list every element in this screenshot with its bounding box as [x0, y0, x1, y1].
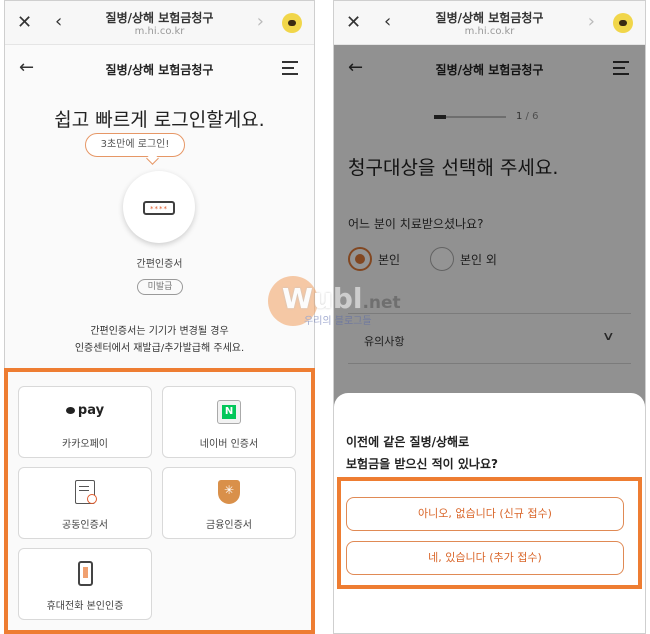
password-dots: ****: [150, 205, 168, 213]
sheet-question-line: 보험금을 받으신 적이 있나요?: [346, 457, 498, 471]
browser-bar: ✕ ‹ 질병/상해 보험금청구 m.hi.co.kr ›: [334, 1, 645, 45]
chat-bubble-icon[interactable]: [613, 13, 633, 33]
cert-description: 간편인증서는 기기가 변경될 경우 인증센터에서 재발급/추가발급해 주세요.: [5, 323, 314, 357]
hamburger-menu-icon[interactable]: [282, 61, 298, 75]
desc-line: 인증센터에서 재발급/추가발급해 주세요.: [74, 343, 245, 354]
forward-arrow-icon[interactable]: ›: [257, 11, 264, 32]
speech-bubble: 3초만에 로그인!: [85, 133, 185, 157]
sheet-question-line: 이전에 같은 질병/상해로: [346, 435, 470, 449]
simple-cert-button[interactable]: ****: [123, 171, 195, 243]
browser-title: 질병/상해 보험금청구: [435, 11, 544, 25]
desc-line: 간편인증서는 기기가 변경될 경우: [90, 326, 229, 337]
comparison-screenshot: ✕ ‹ 질병/상해 보험금청구 m.hi.co.kr › ← 질병/상해 보험금…: [0, 0, 650, 634]
browser-bar: ✕ ‹ 질병/상해 보험금청구 m.hi.co.kr ›: [5, 1, 314, 45]
page-title: 질병/상해 보험금청구: [105, 63, 214, 77]
status-badge: 미발급: [137, 279, 183, 295]
browser-url: m.hi.co.kr: [464, 26, 515, 37]
browser-url: m.hi.co.kr: [134, 26, 185, 37]
browser-title: 질병/상해 보험금청구: [105, 11, 214, 25]
app-header: ← 질병/상해 보험금청구: [5, 53, 314, 87]
highlight-box: [4, 368, 315, 634]
chat-bubble-icon[interactable]: [282, 13, 302, 33]
forward-arrow-icon[interactable]: ›: [588, 11, 595, 32]
highlight-box: [337, 477, 642, 589]
simple-cert-label: 간편인증서: [136, 259, 183, 270]
id-card-icon: ****: [143, 201, 175, 215]
login-heading: 쉽고 빠르게 로그인할게요.: [54, 109, 265, 131]
